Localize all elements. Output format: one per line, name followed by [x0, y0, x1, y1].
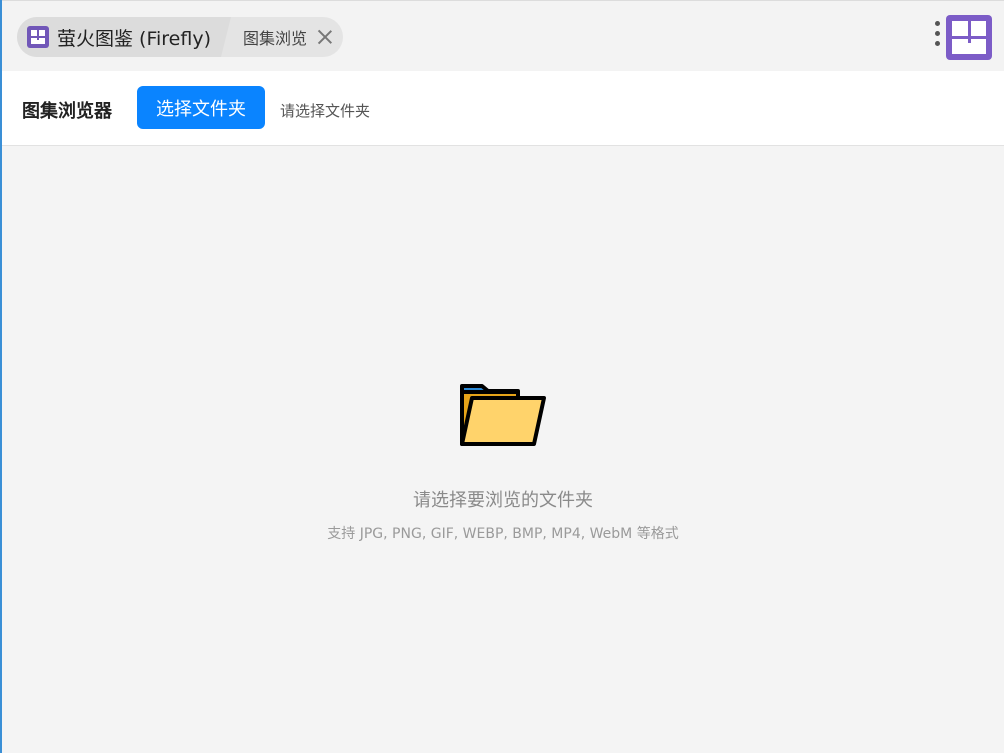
- select-folder-button[interactable]: 选择文件夹: [137, 86, 265, 129]
- app-logo-icon: [27, 26, 49, 48]
- close-icon[interactable]: [317, 29, 333, 45]
- tab-app-home-label: 萤火图鉴 (Firefly): [57, 27, 211, 50]
- brand-logo-icon[interactable]: [946, 15, 992, 60]
- tab-strip: 萤火图鉴 (Firefly) 图集浏览: [17, 17, 344, 57]
- tab-app-home[interactable]: 萤火图鉴 (Firefly): [17, 17, 231, 57]
- page-title: 图集浏览器: [22, 101, 112, 122]
- tab-gallery-browse[interactable]: 图集浏览: [221, 17, 343, 57]
- empty-state: 请选择要浏览的文件夹 支持 JPG, PNG, GIF, WEBP, BMP, …: [2, 146, 1004, 753]
- empty-state-title: 请选择要浏览的文件夹: [413, 490, 593, 511]
- toolbar: 图集浏览器 选择文件夹 请选择文件夹: [2, 71, 1004, 146]
- title-bar: 萤火图鉴 (Firefly) 图集浏览: [2, 0, 1004, 71]
- folder-path-hint: 请选择文件夹: [280, 102, 371, 120]
- tab-gallery-browse-label: 图集浏览: [243, 29, 308, 48]
- empty-state-subtitle: 支持 JPG, PNG, GIF, WEBP, BMP, MP4, WebM 等…: [327, 526, 679, 542]
- more-vertical-icon[interactable]: [932, 21, 942, 51]
- folder-icon: [460, 384, 546, 446]
